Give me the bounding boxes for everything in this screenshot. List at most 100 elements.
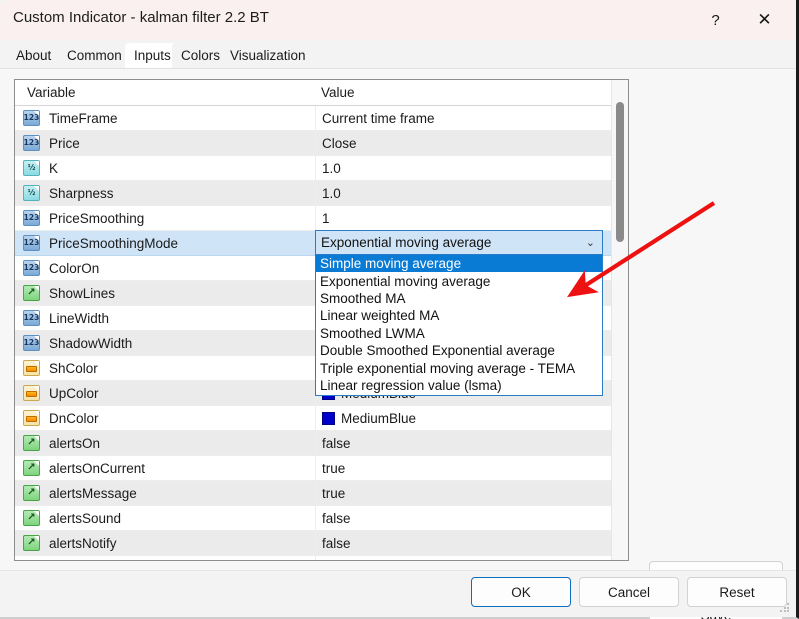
variable-name: LineWidth bbox=[49, 310, 110, 326]
table-row[interactable]: ↗ alertsSound false bbox=[15, 506, 611, 531]
bool-type-icon: ↗ bbox=[23, 460, 40, 476]
int-type-icon: 123 bbox=[23, 235, 40, 251]
dropdown-option[interactable]: Smoothed MA bbox=[316, 290, 602, 307]
value-cell[interactable]: 1 bbox=[315, 206, 611, 230]
value-cell[interactable]: 1.0 bbox=[315, 156, 611, 180]
table-row[interactable]: ↗ alertsMessage true bbox=[15, 481, 611, 506]
variable-name: alertsSound bbox=[49, 510, 122, 526]
variable-name: alertsMessage bbox=[49, 485, 137, 501]
variable-cell: ↗ alertsOn bbox=[15, 435, 315, 451]
dropdown-option[interactable]: Triple exponential moving average - TEMA bbox=[316, 359, 602, 376]
variable-name: PriceSmoothing bbox=[49, 210, 145, 226]
variable-cell: DnColor bbox=[15, 410, 315, 426]
grid-scrollbar[interactable] bbox=[611, 80, 628, 560]
price-smoothing-mode-combobox[interactable]: Exponential moving average ⌄ bbox=[315, 230, 603, 255]
variable-cell: 123 PriceSmoothingMode bbox=[15, 235, 315, 251]
inputs-grid: Variable Value 123 TimeFrame Current tim… bbox=[14, 79, 629, 561]
int-type-icon: 123 bbox=[23, 310, 40, 326]
int-type-icon: 123 bbox=[23, 135, 40, 151]
bool-type-icon: ↗ bbox=[23, 485, 40, 501]
tab-visualization[interactable]: Visualization bbox=[221, 43, 315, 68]
variable-cell: ShColor bbox=[15, 360, 315, 376]
variable-cell: 123 Price bbox=[15, 135, 315, 151]
int-type-icon: 123 bbox=[23, 260, 40, 276]
dropdown-option[interactable]: Linear weighted MA bbox=[316, 307, 602, 324]
variable-name: Price bbox=[49, 135, 80, 151]
table-row[interactable]: 123 Price Close bbox=[15, 131, 611, 156]
table-row[interactable]: 123 PriceSmoothing 1 bbox=[15, 206, 611, 231]
value-cell[interactable]: Close bbox=[315, 131, 611, 155]
value-cell[interactable]: true bbox=[315, 456, 611, 480]
value-cell[interactable]: 1.0 bbox=[315, 181, 611, 205]
variable-name: TimeFrame bbox=[49, 110, 118, 126]
dropdown-option[interactable]: Linear regression value (lsma) bbox=[316, 377, 602, 394]
table-row[interactable]: ↗ alertsNotify false bbox=[15, 531, 611, 556]
ok-button[interactable]: OK bbox=[471, 577, 571, 607]
chevron-down-icon: ⌄ bbox=[585, 237, 595, 249]
value-cell[interactable]: false bbox=[315, 431, 611, 455]
tab-about[interactable]: About bbox=[7, 43, 61, 68]
value-cell[interactable]: true bbox=[315, 481, 611, 505]
cancel-button[interactable]: Cancel bbox=[579, 577, 679, 607]
tab-common[interactable]: Common bbox=[58, 43, 131, 68]
close-icon[interactable]: ✕ bbox=[741, 0, 788, 40]
variable-cell: ↗ alertsOnCurrent bbox=[15, 460, 315, 476]
variable-name: ShColor bbox=[49, 360, 98, 376]
resize-grip[interactable] bbox=[780, 603, 790, 613]
variable-cell: ↗ alertsNotify bbox=[15, 535, 315, 551]
value-cell[interactable]: false bbox=[315, 506, 611, 530]
value-cell[interactable]: MediumBlue bbox=[315, 406, 611, 430]
reset-button[interactable]: Reset bbox=[687, 577, 787, 607]
color-type-icon bbox=[23, 410, 40, 426]
dropdown-option[interactable]: Double Smoothed Exponential average bbox=[316, 342, 602, 359]
variable-cell: 123 ColorOn bbox=[15, 260, 315, 276]
column-header-value: Value bbox=[321, 85, 355, 100]
variable-name: alertsNotify bbox=[49, 535, 117, 551]
table-row[interactable]: ↗ alertsOnCurrent true bbox=[15, 456, 611, 481]
bool-type-icon: ↗ bbox=[23, 560, 40, 561]
double-type-icon: ½ bbox=[23, 185, 40, 201]
column-header-variable: Variable bbox=[27, 85, 76, 100]
variable-name: Sharpness bbox=[49, 185, 114, 201]
grid-scrollbar-thumb[interactable] bbox=[616, 102, 624, 242]
combobox-dropdown-list[interactable]: Simple moving average Exponential moving… bbox=[315, 255, 603, 397]
variable-cell: UpColor bbox=[15, 385, 315, 401]
title-bar: Custom Indicator - kalman filter 2.2 BT … bbox=[0, 0, 796, 40]
dropdown-option[interactable]: Simple moving average bbox=[316, 255, 602, 273]
variable-cell: ½ Sharpness bbox=[15, 185, 315, 201]
variable-name: alertsOn bbox=[49, 435, 101, 451]
value-cell[interactable]: Current time frame bbox=[315, 106, 611, 130]
variable-name: K bbox=[49, 160, 59, 176]
bool-type-icon: ↗ bbox=[23, 285, 40, 301]
variable-name: ShadowWidth bbox=[49, 335, 133, 351]
variable-cell: ↗ alertsSound bbox=[15, 510, 315, 526]
table-row[interactable]: ½ K 1.0 bbox=[15, 156, 611, 181]
tab-bar: About Common Inputs Colors Visualization bbox=[0, 40, 796, 68]
dropdown-option[interactable]: Exponential moving average bbox=[316, 272, 602, 289]
variable-name: UpColor bbox=[49, 385, 99, 401]
color-type-icon bbox=[23, 360, 40, 376]
dropdown-option[interactable]: Smoothed LWMA bbox=[316, 325, 602, 342]
variable-name: PriceSmoothingMode bbox=[49, 235, 179, 251]
help-icon[interactable]: ? bbox=[692, 0, 739, 40]
table-row[interactable]: 123 TimeFrame Current time frame bbox=[15, 106, 611, 131]
variable-cell: 123 LineWidth bbox=[15, 310, 315, 326]
value-cell[interactable] bbox=[315, 556, 611, 560]
variable-cell: 123 PriceSmoothing bbox=[15, 210, 315, 226]
color-swatch bbox=[322, 411, 335, 425]
table-row[interactable]: ½ Sharpness 1.0 bbox=[15, 181, 611, 206]
combobox-selected-value: Exponential moving average bbox=[321, 235, 492, 250]
bool-type-icon: ↗ bbox=[23, 535, 40, 551]
color-type-icon bbox=[23, 385, 40, 401]
table-row[interactable]: ↗ alertsOn false bbox=[15, 431, 611, 456]
table-row[interactable]: DnColor MediumBlue bbox=[15, 406, 611, 431]
int-type-icon: 123 bbox=[23, 210, 40, 226]
value-cell[interactable]: false bbox=[315, 531, 611, 555]
int-type-icon: 123 bbox=[23, 335, 40, 351]
variable-name: ShowLines bbox=[49, 285, 116, 301]
variable-cell: ↗ ShowLines bbox=[15, 285, 315, 301]
bool-type-icon: ↗ bbox=[23, 435, 40, 451]
color-name: MediumBlue bbox=[341, 410, 417, 426]
variable-name: DnColor bbox=[49, 410, 99, 426]
table-row-partial[interactable]: ↗ bbox=[15, 556, 611, 561]
